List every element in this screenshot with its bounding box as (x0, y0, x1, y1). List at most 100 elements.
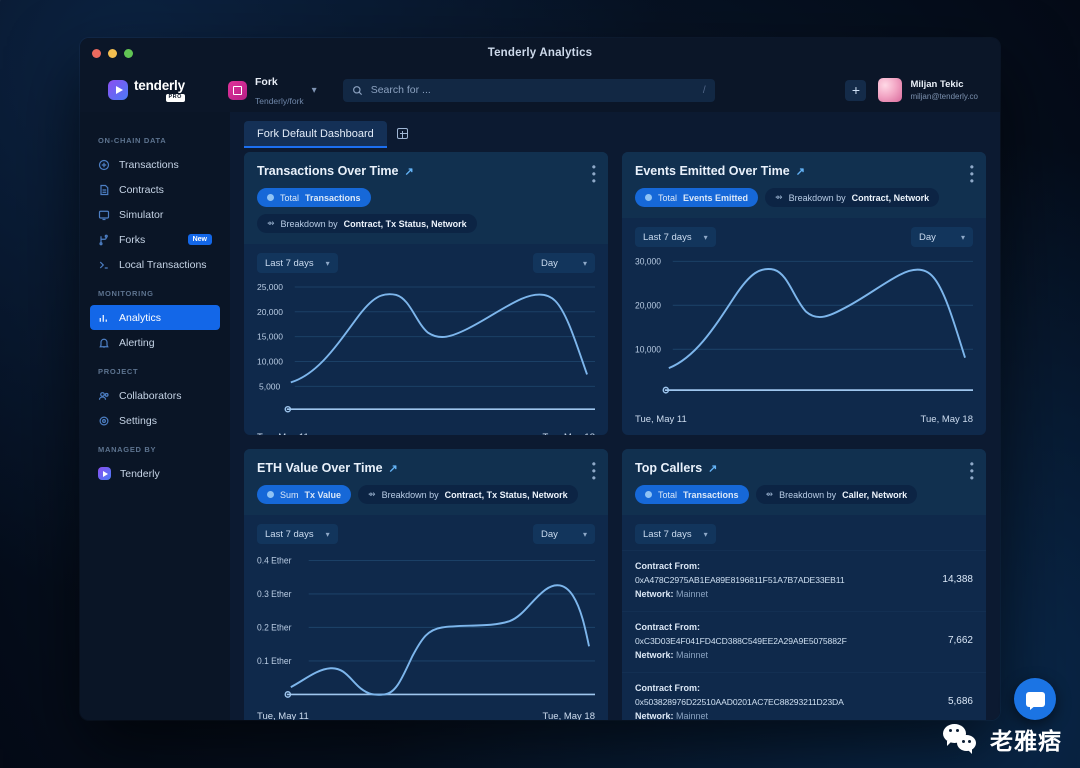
breakdown-pill[interactable]: ⇴ Breakdown by Contract, Tx Status, Netw… (257, 214, 477, 233)
tab-fork-default-dashboard[interactable]: Fork Default Dashboard (244, 121, 387, 148)
sidebar-item-label: Contracts (119, 183, 164, 196)
range-value: Last 7 days (643, 528, 692, 540)
app-window: Tenderly Analytics tenderly PRO Fork Ten… (80, 38, 1000, 720)
share-icon: ⇴ (368, 489, 376, 499)
breakdown-pill[interactable]: ⇴ Breakdown by Caller, Network (755, 485, 918, 504)
window-controls[interactable] (92, 49, 133, 58)
range-select[interactable]: Last 7 days ▾ (257, 524, 338, 544)
breakdown-prefix: Breakdown by (779, 489, 837, 500)
chevron-down-icon: ▾ (960, 232, 965, 242)
metric-dot-icon (645, 194, 652, 201)
status-badge: New (187, 234, 212, 245)
range-select[interactable]: Last 7 days ▾ (257, 253, 338, 273)
minimize-icon[interactable] (108, 49, 117, 58)
metric-pill[interactable]: Sum Tx Value (257, 485, 352, 504)
granularity-select[interactable]: Day ▾ (911, 227, 973, 247)
user-menu[interactable]: Miljan Tekic miljan@tenderly.co (878, 78, 978, 102)
card-menu-button[interactable]: • • • (970, 161, 974, 188)
expand-icon[interactable]: ↗ (389, 462, 398, 475)
search-placeholder: Search for ... (370, 84, 431, 96)
sidebar-item-local-transactions[interactable]: Local Transactions (90, 252, 220, 277)
card-menu-button[interactable]: • • • (592, 161, 596, 188)
expand-icon[interactable]: ↗ (405, 165, 414, 178)
card-title: Top Callers (635, 461, 703, 475)
search-input[interactable]: Search for ... / (342, 78, 715, 102)
list-item[interactable]: Contract From: 0xC3D03E4F041FD4CD388C549… (622, 610, 986, 672)
sidebar: ON-CHAIN DATA Transactions Contracts Sim… (80, 112, 230, 720)
simulator-icon (98, 210, 110, 220)
metric-pill[interactable]: Total Transactions (257, 188, 371, 207)
breakdown-dims: Contract, Network (851, 192, 930, 203)
sidebar-item-label: Alerting (119, 336, 155, 349)
caller-value: 14,388 (942, 574, 973, 585)
caller-from-label: Contract From: (635, 561, 700, 571)
metric-pill[interactable]: Total Events Emitted (635, 188, 759, 207)
metric-prefix: Sum (280, 489, 299, 500)
caller-value: 7,662 (947, 634, 973, 646)
tenderly-icon (98, 467, 111, 480)
caller-network-label: Network: (635, 710, 674, 721)
sidebar-section-label: PROJECT (98, 367, 139, 376)
card-title: Events Emitted Over Time (635, 164, 790, 178)
breakdown-pill[interactable]: ⇴ Breakdown by Contract, Network (765, 188, 940, 207)
sidebar-item-collaborators[interactable]: Collaborators (90, 383, 220, 408)
caller-value: 5,686 (947, 695, 973, 707)
chevron-down-icon[interactable]: ▾ (312, 85, 317, 96)
list-item[interactable]: Contract From: 0x503828976D22510AAD0201A… (622, 671, 986, 721)
tenderly-logo[interactable]: tenderly PRO (94, 78, 214, 102)
sidebar-section-label: ON-CHAIN DATA (98, 136, 167, 145)
fork-label: Fork (255, 75, 278, 88)
line-chart-svg (284, 559, 595, 698)
breakdown-prefix: Breakdown by (381, 489, 439, 500)
sidebar-item-transactions[interactable]: Transactions (90, 152, 220, 177)
avatar (878, 78, 903, 102)
sidebar-item-forks[interactable]: Forks New (90, 227, 220, 252)
card-header: Top Callers ↗ • • • Total Transactions ⇴… (622, 449, 986, 515)
fork-selector[interactable]: Fork Tenderly/fork ▾ (228, 71, 317, 109)
maximize-icon[interactable] (124, 49, 133, 58)
add-dashboard-tab-button[interactable] (389, 121, 416, 145)
breakdown-dims: Contract, Tx Status, Network (343, 218, 467, 229)
intercom-chat-button[interactable] (1014, 678, 1056, 720)
range-value: Last 7 days (643, 231, 692, 243)
watermark-text: 老雅痞 (990, 728, 1062, 754)
sidebar-item-settings[interactable]: Settings (90, 408, 220, 433)
metric-pill[interactable]: Total Transactions (635, 485, 749, 504)
main-content: Fork Default Dashboard Transactions Over… (230, 112, 1000, 720)
card-menu-button[interactable]: • • • (970, 458, 974, 485)
x-axis-end: Tue, May 18 (542, 711, 595, 720)
sidebar-item-analytics[interactable]: Analytics (90, 305, 220, 330)
breakdown-pill[interactable]: ⇴ Breakdown by Contract, Tx Status, Netw… (358, 485, 578, 504)
close-icon[interactable] (92, 49, 101, 58)
sidebar-item-alerting[interactable]: Alerting (90, 330, 220, 355)
caller-from-label: Contract From: (635, 682, 700, 693)
line-chart-svg (284, 286, 595, 413)
sidebar-item-label: Simulator (119, 208, 164, 221)
dashboard-grid: Transactions Over Time ↗ • • • Total Trans… (230, 148, 1000, 720)
card-title-row: Transactions Over Time ↗ (257, 164, 595, 178)
granularity-select[interactable]: Day ▾ (533, 524, 595, 544)
range-select[interactable]: Last 7 days ▾ (635, 524, 716, 544)
granularity-select[interactable]: Day ▾ (533, 253, 595, 273)
card-menu-button[interactable]: • • • (592, 458, 596, 485)
expand-icon[interactable]: ↗ (708, 462, 717, 475)
window-titlebar: Tenderly Analytics (80, 38, 1000, 68)
card-header: Events Emitted Over Time ↗ • • • Total Eve… (622, 152, 986, 218)
wechat-icon (943, 724, 981, 754)
sidebar-item-tenderly[interactable]: Tenderly (90, 461, 220, 486)
list-item[interactable]: Contract From: 0xA478C2975AB1EA89E819681… (622, 550, 986, 611)
share-icon: ⇴ (765, 489, 774, 499)
chevron-down-icon: ▾ (703, 529, 708, 539)
card-transactions-over-time: Transactions Over Time ↗ • • • Total Trans… (244, 152, 608, 435)
add-button[interactable]: + (845, 79, 867, 101)
metric-name: Transactions (305, 192, 361, 203)
caller-from-label: Contract From: (635, 621, 700, 632)
logo-tier-badge: PRO (165, 94, 185, 102)
range-select[interactable]: Last 7 days ▾ (635, 227, 716, 247)
breakdown-dims: Caller, Network (842, 489, 908, 500)
forks-icon (99, 234, 108, 245)
chevron-down-icon: ▾ (582, 258, 587, 268)
sidebar-item-contracts[interactable]: Contracts (90, 177, 220, 202)
sidebar-item-simulator[interactable]: Simulator (90, 202, 220, 227)
expand-icon[interactable]: ↗ (796, 165, 805, 178)
